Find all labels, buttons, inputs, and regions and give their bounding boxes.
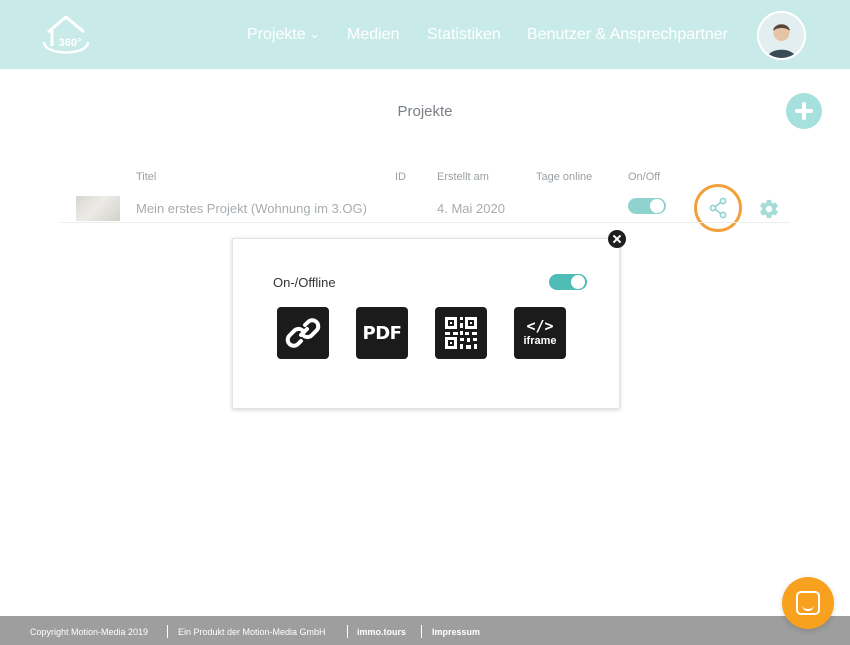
row-divider	[60, 222, 790, 223]
top-navbar: 360° Projekte ⌄ Medien Statistiken Benutz…	[0, 0, 850, 69]
footer-link-immo-tours[interactable]: immo.tours	[357, 627, 406, 637]
column-header-days-online: Tage online	[536, 171, 593, 183]
project-title[interactable]: Mein erstes Projekt (Wohnung im 3.OG)	[136, 201, 367, 216]
gear-icon[interactable]	[758, 198, 780, 220]
nav-statistiken[interactable]: Statistiken	[427, 26, 501, 44]
footer-copyright: Copyright Motion-Media 2019	[30, 627, 149, 637]
footer-separator	[421, 625, 422, 638]
avatar-image	[759, 13, 804, 58]
qr-code-button[interactable]	[435, 307, 487, 359]
page: 360° Projekte ⌄ Medien Statistiken Benutz…	[0, 0, 850, 645]
nav-projekte-label: Projekte	[247, 26, 306, 43]
chat-button[interactable]	[782, 577, 834, 629]
project-online-toggle[interactable]	[628, 198, 666, 214]
column-header-title: Titel	[136, 171, 157, 183]
code-icon: </>	[526, 317, 554, 335]
footer-separator	[347, 625, 348, 638]
user-avatar[interactable]	[757, 11, 806, 60]
chevron-down-icon: ⌄	[309, 27, 320, 41]
pdf-button[interactable]: PDF	[356, 307, 408, 359]
chat-icon	[796, 591, 820, 615]
copy-link-button[interactable]	[277, 307, 329, 359]
pdf-icon: PDF	[362, 322, 402, 344]
add-project-button[interactable]	[786, 93, 822, 129]
project-created: 4. Mai 2020	[437, 201, 505, 216]
qr-code-icon	[445, 317, 477, 349]
footer-link-impressum[interactable]: Impressum	[432, 627, 480, 637]
column-header-id: ID	[395, 171, 406, 183]
iframe-label: iframe	[523, 335, 557, 347]
toggle-knob	[650, 199, 664, 213]
footer-separator	[167, 625, 168, 638]
project-thumbnail[interactable]	[76, 196, 120, 221]
popup-online-toggle[interactable]	[549, 274, 587, 290]
column-header-created: Erstellt am	[437, 171, 489, 183]
nav-projekte[interactable]: Projekte ⌄	[247, 26, 320, 44]
nav-benutzer[interactable]: Benutzer & Ansprechpartner	[527, 26, 728, 44]
iframe-embed-button[interactable]: </> iframe	[514, 307, 566, 359]
toggle-knob	[571, 275, 585, 289]
page-title: Projekte	[397, 103, 453, 120]
footer-product: Ein Produkt der Motion-Media GmbH	[178, 627, 326, 637]
close-icon[interactable]	[608, 230, 626, 248]
logo-text: 360°	[59, 37, 82, 49]
column-header-onoff: On/Off	[628, 171, 661, 183]
logo-icon[interactable]: 360°	[40, 12, 92, 58]
nav-medien[interactable]: Medien	[347, 26, 399, 44]
link-icon	[285, 318, 321, 348]
share-icon[interactable]	[708, 197, 728, 219]
popup-online-label: On-/Offline	[273, 275, 336, 290]
